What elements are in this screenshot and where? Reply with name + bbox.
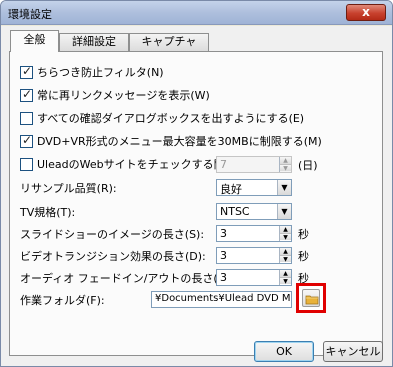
spinner-value: 7 — [220, 158, 227, 171]
spinner-value: 3 — [220, 249, 227, 262]
checkbox-box[interactable] — [20, 111, 33, 125]
slideshow-label: スライドショーのイメージの長さ(S): — [20, 228, 205, 241]
spin-down-icon[interactable]: ▼ — [280, 164, 291, 172]
close-button[interactable]: x — [346, 4, 386, 21]
browse-folder-button[interactable] — [296, 283, 326, 313]
general-panel: ちらつき防止フィルタ(N) 常に再リンクメッセージを表示(W) すべての確認ダイ… — [9, 51, 383, 356]
slideshow-duration-spinner[interactable]: 3 ▲ ▼ — [216, 225, 292, 242]
spinner-buttons[interactable]: ▲ ▼ — [279, 157, 291, 172]
tab-general[interactable]: 全般 — [10, 30, 59, 52]
spin-down-icon[interactable]: ▼ — [280, 277, 291, 285]
spin-up-icon[interactable]: ▲ — [280, 270, 291, 277]
spin-up-icon[interactable]: ▲ — [280, 226, 291, 233]
audio-fade-label: オーディオ フェードイン/アウトの長さ(A): — [20, 272, 234, 285]
checkbox-box[interactable] — [20, 133, 33, 148]
spinner-buttons[interactable]: ▲ ▼ — [279, 248, 291, 263]
web-check-interval-spinner[interactable]: 7 ▲ ▼ — [216, 156, 292, 173]
folder-icon — [305, 295, 319, 305]
confirm-dialogs-checkbox[interactable]: すべての確認ダイアログボックスを出すようにする(E) — [20, 110, 304, 126]
window-title: 環境設定 — [8, 8, 52, 21]
checkbox-box[interactable] — [20, 87, 33, 102]
spin-up-icon[interactable]: ▲ — [280, 157, 291, 164]
seconds-unit: 秒 — [298, 250, 309, 263]
ok-button[interactable]: OK — [254, 341, 314, 362]
input-value: ¥Documents¥Ulead DVD MovieWriter¥5 — [155, 293, 291, 304]
spinner-buttons[interactable]: ▲ ▼ — [279, 226, 291, 241]
checkbox-box[interactable] — [20, 157, 33, 171]
spin-up-icon[interactable]: ▲ — [280, 248, 291, 255]
tv-standard-label: TV規格(T): — [20, 206, 76, 219]
dialog-body: 全般 詳細設定 キャプチャ ちらつき防止フィルタ(N) 常に再リンクメッセージを… — [1, 26, 392, 366]
preferences-dialog: 環境設定 x 全般 詳細設定 キャプチャ ちらつき防止フィルタ(N) 常に再リン… — [0, 0, 393, 367]
checkbox-label: すべての確認ダイアログボックスを出すようにする(E) — [37, 112, 305, 125]
spin-down-icon[interactable]: ▼ — [280, 255, 291, 263]
relink-message-checkbox[interactable]: 常に再リンクメッセージを表示(W) — [20, 87, 210, 103]
checkbox-label: DVD+VR形式のメニュー最大容量を30MBに制限する(M) — [37, 135, 322, 148]
resample-label: リサンプル品質(R): — [20, 182, 117, 195]
tab-advanced[interactable]: 詳細設定 — [59, 33, 129, 51]
spinner-value: 3 — [220, 271, 227, 284]
title-bar[interactable]: 環境設定 x — [1, 1, 392, 25]
flicker-filter-checkbox[interactable]: ちらつき防止フィルタ(N) — [20, 64, 164, 80]
chevron-down-icon[interactable]: ▼ — [277, 180, 291, 195]
work-folder-label: 作業フォルダ(F): — [20, 294, 105, 307]
transition-label: ビデオトランジション効果の長さ(D): — [20, 250, 206, 263]
dvdvr-limit-checkbox[interactable]: DVD+VR形式のメニュー最大容量を30MBに制限する(M) — [20, 133, 322, 149]
work-folder-input[interactable]: ¥Documents¥Ulead DVD MovieWriter¥5 — [151, 291, 292, 308]
resample-quality-select[interactable]: 良好 ▼ — [216, 179, 292, 196]
checkbox-label: ちらつき防止フィルタ(N) — [37, 66, 164, 79]
checkbox-label: 常に再リンクメッセージを表示(W) — [37, 89, 210, 102]
spinner-value: 3 — [220, 227, 227, 240]
tv-standard-select[interactable]: NTSC ▼ — [216, 203, 292, 220]
cancel-button[interactable]: キャンセル — [323, 341, 383, 362]
seconds-unit: 秒 — [298, 228, 309, 241]
days-unit: (日) — [298, 159, 318, 172]
tab-capture[interactable]: キャプチャ — [129, 33, 209, 51]
select-value: 良好 — [220, 183, 242, 196]
audio-fade-duration-spinner[interactable]: 3 ▲ ▼ — [216, 269, 292, 286]
chevron-down-icon[interactable]: ▼ — [277, 204, 291, 219]
browse-button-face[interactable] — [302, 289, 320, 307]
spin-down-icon[interactable]: ▼ — [280, 233, 291, 241]
checkbox-box[interactable] — [20, 64, 33, 79]
transition-duration-spinner[interactable]: 3 ▲ ▼ — [216, 247, 292, 264]
spinner-buttons[interactable]: ▲ ▼ — [279, 270, 291, 285]
select-value: NTSC — [220, 205, 250, 218]
